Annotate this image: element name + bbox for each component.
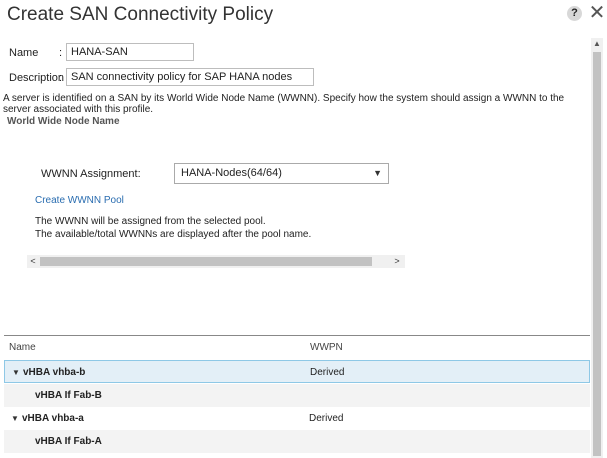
scroll-right-icon[interactable]: > bbox=[391, 255, 403, 268]
scroll-up-icon[interactable]: ▲ bbox=[591, 38, 603, 50]
description-input[interactable]: SAN connectivity policy for SAP HANA nod… bbox=[66, 68, 314, 86]
row-wwpn: Derived bbox=[309, 413, 344, 424]
chevron-down-icon: ▼ bbox=[373, 168, 382, 178]
description-colon: : bbox=[59, 72, 63, 84]
wwnn-section-heading: World Wide Node Name bbox=[7, 116, 120, 127]
row-name: vHBA If Fab-A bbox=[35, 436, 102, 447]
wwnn-assignment-value: HANA-Nodes(64/64) bbox=[181, 167, 282, 179]
table-row[interactable]: vHBA If Fab-A bbox=[4, 430, 590, 453]
name-colon: : bbox=[59, 47, 63, 59]
row-name: vHBA vhba-b bbox=[23, 367, 86, 378]
wwnn-info-line-1: The WWNN will be assigned from the selec… bbox=[35, 216, 266, 227]
name-input[interactable]: HANA-SAN bbox=[66, 43, 194, 61]
table-row[interactable]: ▼ vHBA vhba-a Derived bbox=[4, 407, 590, 430]
name-label: Name bbox=[9, 47, 39, 59]
scroll-left-icon[interactable]: < bbox=[27, 255, 39, 268]
column-header-wwpn[interactable]: WWPN bbox=[310, 342, 343, 353]
caret-down-icon[interactable]: ▼ bbox=[11, 407, 19, 430]
dialog-title: Create SAN Connectivity Policy bbox=[7, 4, 274, 25]
row-name: vHBA vhba-a bbox=[22, 413, 84, 424]
close-icon[interactable]: ✕ bbox=[588, 3, 606, 23]
column-header-name[interactable]: Name bbox=[9, 342, 36, 353]
row-wwpn: Derived bbox=[310, 367, 345, 378]
row-name: vHBA If Fab-B bbox=[35, 390, 102, 401]
vertical-scrollbar-thumb[interactable] bbox=[593, 52, 601, 456]
horizontal-scrollbar-thumb[interactable] bbox=[40, 257, 372, 266]
caret-down-icon[interactable]: ▼ bbox=[12, 361, 20, 384]
create-wwnn-pool-link[interactable]: Create WWNN Pool bbox=[35, 195, 124, 206]
wwnn-info: The WWNN will be assigned from the selec… bbox=[35, 215, 311, 241]
wwnn-assignment-select[interactable]: HANA-Nodes(64/64) ▼ bbox=[174, 163, 389, 184]
wwnn-assignment-label: WWNN Assignment: bbox=[41, 168, 141, 180]
wwnn-info-line-2: The available/total WWNNs are displayed … bbox=[35, 229, 312, 240]
help-icon[interactable]: ? bbox=[567, 6, 582, 21]
table-divider bbox=[4, 335, 590, 336]
description-label: Description bbox=[9, 72, 65, 84]
table-row[interactable]: vHBA If Fab-B bbox=[4, 384, 590, 407]
table-row[interactable]: ▼ vHBA vhba-b Derived bbox=[4, 360, 590, 383]
intro-text: A server is identified on a SAN by its W… bbox=[3, 93, 565, 115]
